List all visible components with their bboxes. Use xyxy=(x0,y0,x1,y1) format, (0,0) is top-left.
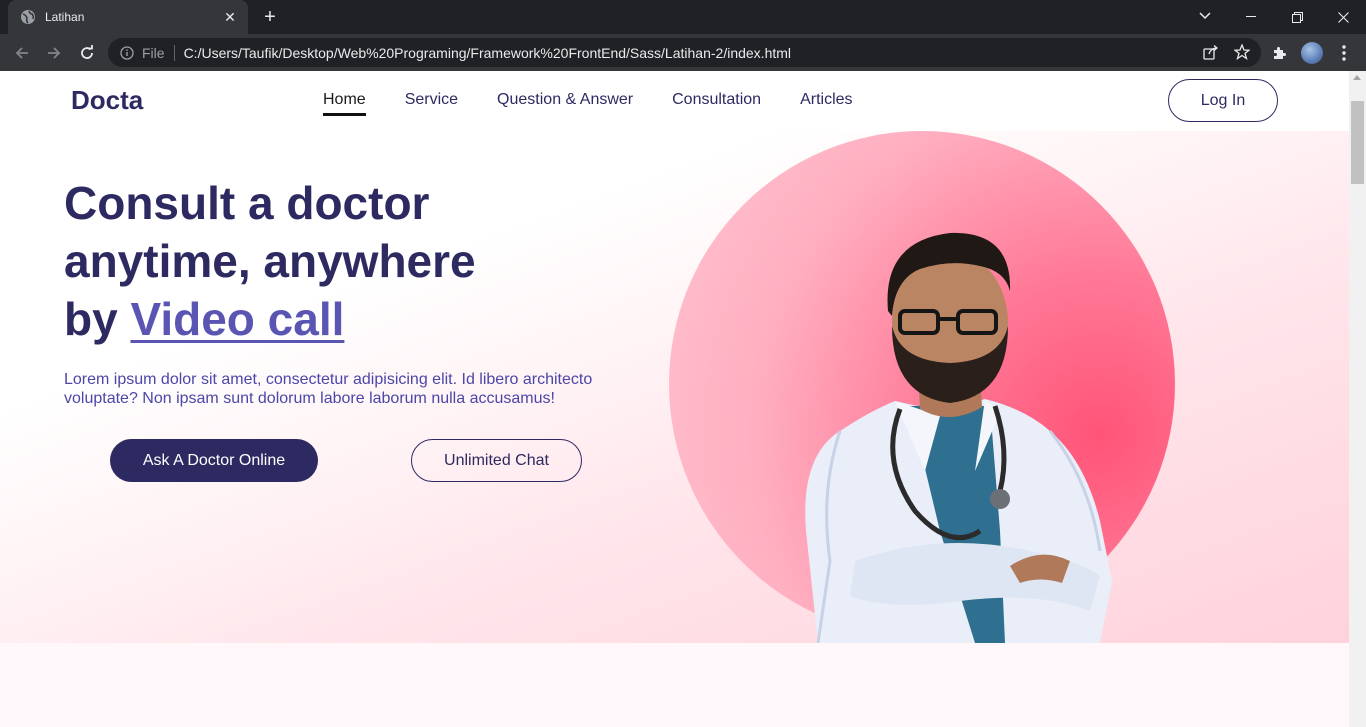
hero-title-line-3: by Video call xyxy=(64,290,624,348)
hero-section: Consult a doctor anytime, anywhere by Vi… xyxy=(0,131,1349,643)
nav-service[interactable]: Service xyxy=(405,91,458,116)
share-icon[interactable] xyxy=(1201,43,1219,61)
browser-tab[interactable]: Latihan ✕ xyxy=(8,0,248,34)
url-text[interactable]: C:/Users/Taufik/Desktop/Web%20Programing… xyxy=(184,45,791,61)
page-viewport: Docta Home Service Question & Answer Con… xyxy=(0,71,1349,727)
hero-description: Lorem ipsum dolor sit amet, consectetur … xyxy=(64,371,593,407)
ask-doctor-button[interactable]: Ask A Doctor Online xyxy=(110,439,318,482)
hero-title-prefix: by xyxy=(64,293,118,345)
forward-arrow-icon[interactable] xyxy=(42,41,66,65)
browser-tabstrip: Latihan ✕ + xyxy=(0,0,1366,34)
nav-question-answer[interactable]: Question & Answer xyxy=(497,91,633,116)
window-controls xyxy=(1228,0,1366,34)
restore-icon[interactable] xyxy=(1274,0,1320,34)
scrollbar-thumb[interactable] xyxy=(1351,101,1364,184)
profile-avatar[interactable] xyxy=(1301,42,1323,64)
doctor-image xyxy=(805,232,1112,643)
nav-home[interactable]: Home xyxy=(323,91,366,116)
scroll-up-arrow-icon[interactable] xyxy=(1353,75,1361,80)
address-bar[interactable]: File C:/Users/Taufik/Desktop/Web%20Progr… xyxy=(108,38,1261,67)
globe-icon xyxy=(20,9,36,25)
back-arrow-icon[interactable] xyxy=(10,41,34,65)
scrollbar[interactable] xyxy=(1349,71,1366,727)
lower-section xyxy=(0,643,1349,727)
unlimited-chat-button[interactable]: Unlimited Chat xyxy=(411,439,582,482)
extensions-puzzle-icon[interactable] xyxy=(1269,43,1289,63)
minimize-icon[interactable] xyxy=(1228,0,1274,34)
video-call-link[interactable]: Video call xyxy=(130,293,344,345)
bookmark-star-icon[interactable] xyxy=(1233,43,1251,61)
info-icon[interactable] xyxy=(120,45,134,60)
nav-articles[interactable]: Articles xyxy=(800,91,852,116)
site-logo[interactable]: Docta xyxy=(71,85,143,116)
omnibox-divider xyxy=(173,44,175,61)
reload-icon[interactable] xyxy=(75,41,99,65)
close-window-icon[interactable] xyxy=(1320,0,1366,34)
more-menu-icon[interactable] xyxy=(1334,42,1354,64)
nav-consultation[interactable]: Consultation xyxy=(672,91,761,116)
hero-title-line-1: Consult a doctor xyxy=(64,177,430,229)
login-button[interactable]: Log In xyxy=(1168,79,1278,122)
site-header: Docta Home Service Question & Answer Con… xyxy=(0,71,1349,131)
close-tab-icon[interactable]: ✕ xyxy=(222,9,238,25)
browser-toolbar: File C:/Users/Taufik/Desktop/Web%20Progr… xyxy=(0,34,1366,71)
chevron-down-icon[interactable] xyxy=(1192,6,1218,26)
hero-title: Consult a doctor anytime, anywhere by Vi… xyxy=(64,174,624,348)
hero-title-line-2: anytime, anywhere xyxy=(64,235,476,287)
file-scheme-label: File xyxy=(142,44,165,61)
new-tab-button[interactable]: + xyxy=(258,7,282,27)
main-nav: Home Service Question & Answer Consultat… xyxy=(323,91,892,116)
tab-title: Latihan xyxy=(45,10,85,24)
